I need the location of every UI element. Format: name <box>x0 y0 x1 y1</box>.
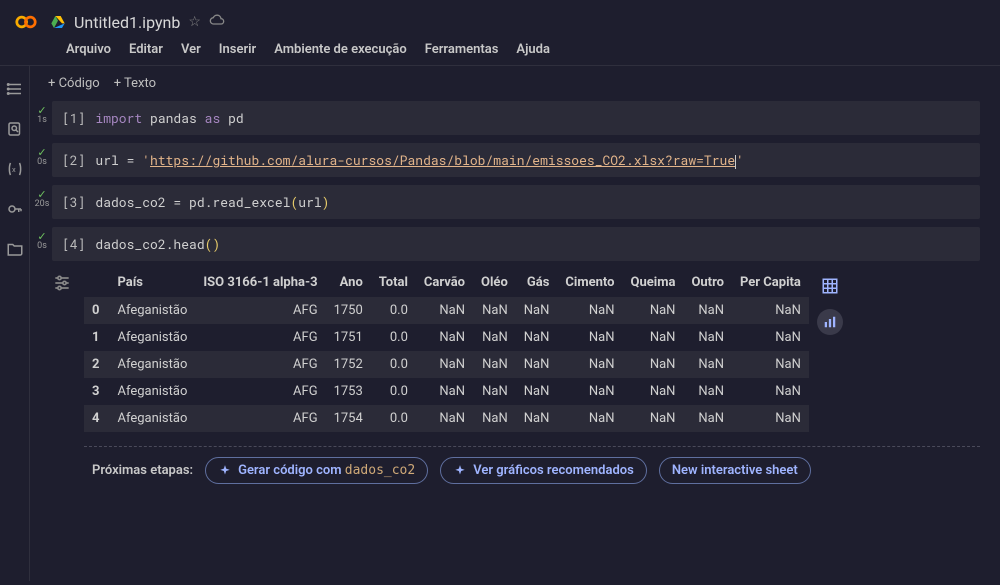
chart-view-icon[interactable] <box>817 309 843 335</box>
chip-recommended-charts[interactable]: Ver gráficos recomendados <box>440 457 647 484</box>
menu-inserir[interactable]: Inserir <box>219 42 256 57</box>
cell-runtime: 0s <box>37 241 47 251</box>
next-steps-label: Próximas etapas: <box>92 463 193 478</box>
table-row: 1AfeganistãoAFG17510.0NaNNaNNaNNaNNaNNaN… <box>84 324 809 351</box>
svg-text:x: x <box>12 165 16 174</box>
header: Untitled1.ipynb ☆ <box>0 0 1000 40</box>
cloud-icon[interactable] <box>209 12 225 32</box>
sparkle-icon <box>218 464 232 478</box>
menubar: Arquivo Editar Ver Inserir Ambiente de e… <box>0 40 1000 65</box>
col-total: Total <box>371 269 416 297</box>
code-line[interactable]: [1] import pandas as pd <box>52 101 980 135</box>
divider <box>84 446 980 447</box>
insert-toolbar: + Código + Texto <box>30 66 1000 101</box>
notebook-content: + Código + Texto ✓ 1s [1] import pandas … <box>30 66 1000 581</box>
menu-editar[interactable]: Editar <box>129 42 163 57</box>
code-cell[interactable]: ✓ 20s [3] dados_co2 = pd.read_excel(url) <box>30 185 1000 219</box>
sparkle-icon <box>453 464 467 478</box>
check-icon: ✓ <box>32 149 52 157</box>
menu-ver[interactable]: Ver <box>181 42 201 57</box>
code-cell[interactable]: ✓ 1s [1] import pandas as pd <box>30 101 1000 135</box>
find-icon[interactable] <box>6 120 24 142</box>
star-icon[interactable]: ☆ <box>188 14 201 30</box>
table-row: 0AfeganistãoAFG17500.0NaNNaNNaNNaNNaNNaN… <box>84 297 809 325</box>
cell-status: ✓ 0s <box>32 143 52 167</box>
col-oleo: Oléo <box>473 269 516 297</box>
cell-prompt: [4] <box>62 235 85 253</box>
output-settings-icon[interactable] <box>52 269 76 297</box>
check-icon: ✓ <box>32 233 52 241</box>
output-view-icons <box>817 269 843 335</box>
cell-runtime: 20s <box>35 199 50 209</box>
code-text: import pandas as pd <box>95 109 243 127</box>
drive-icon <box>50 14 66 30</box>
code-line[interactable]: [3] dados_co2 = pd.read_excel(url) <box>52 185 980 219</box>
table-row: 2AfeganistãoAFG17520.0NaNNaNNaNNaNNaNNaN… <box>84 351 809 378</box>
cell-runtime: 0s <box>37 157 47 167</box>
col-outro: Outro <box>683 269 732 297</box>
menu-arquivo[interactable]: Arquivo <box>66 42 111 57</box>
col-gas: Gás <box>516 269 558 297</box>
cell-runtime: 1s <box>37 115 47 125</box>
toc-icon[interactable] <box>6 80 24 102</box>
cell-prompt: [2] <box>62 151 85 169</box>
variables-icon[interactable]: x <box>6 160 24 182</box>
col-iso: ISO 3166-1 alpha-3 <box>195 269 325 297</box>
add-code-button[interactable]: + Código <box>48 76 100 91</box>
sheet-view-icon[interactable] <box>817 273 843 299</box>
code-text: dados_co2 = pd.read_excel(url) <box>95 193 329 211</box>
cell-output: País ISO 3166-1 alpha-3 Ano Total Carvão… <box>52 269 980 432</box>
cell-status: ✓ 0s <box>32 227 52 251</box>
secrets-icon[interactable] <box>6 200 24 222</box>
cell-prompt: [3] <box>62 193 85 211</box>
code-line[interactable]: [4] dados_co2.head() <box>52 227 980 261</box>
check-icon: ✓ <box>32 191 52 199</box>
code-line[interactable]: [2] url = 'https://github.com/alura-curs… <box>52 143 980 177</box>
col-percapita: Per Capita <box>732 269 809 297</box>
col-cimento: Cimento <box>557 269 622 297</box>
chip-interactive-sheet[interactable]: New interactive sheet <box>659 457 811 484</box>
menu-ambiente[interactable]: Ambiente de execução <box>274 42 407 57</box>
menu-ferramentas[interactable]: Ferramentas <box>425 42 499 57</box>
check-icon: ✓ <box>32 107 52 115</box>
dataframe-output: País ISO 3166-1 alpha-3 Ano Total Carvão… <box>84 269 809 432</box>
col-pais: País <box>109 269 195 297</box>
cell-status: ✓ 20s <box>32 185 52 209</box>
files-icon[interactable] <box>6 240 24 262</box>
left-rail: x <box>0 66 30 581</box>
table-row: 4AfeganistãoAFG17540.0NaNNaNNaNNaNNaNNaN… <box>84 405 809 432</box>
menu-ajuda[interactable]: Ajuda <box>516 42 550 57</box>
col-queima: Queima <box>623 269 684 297</box>
col-carvao: Carvão <box>416 269 473 297</box>
notebook-title[interactable]: Untitled1.ipynb <box>74 13 180 32</box>
code-cell[interactable]: ✓ 0s [4] dados_co2.head() <box>30 227 1000 261</box>
code-cell[interactable]: ✓ 0s [2] url = 'https://github.com/alura… <box>30 143 1000 177</box>
code-text: url = 'https://github.com/alura-cursos/P… <box>95 151 744 169</box>
add-text-button[interactable]: + Texto <box>114 76 156 91</box>
cell-status: ✓ 1s <box>32 101 52 125</box>
table-row: 3AfeganistãoAFG17530.0NaNNaNNaNNaNNaNNaN… <box>84 378 809 405</box>
colab-logo-icon <box>10 6 42 38</box>
chip-generate-code[interactable]: Gerar código com dados_co2 <box>205 457 428 484</box>
col-ano: Ano <box>326 269 371 297</box>
cell-prompt: [1] <box>62 109 85 127</box>
code-text: dados_co2.head() <box>95 235 220 253</box>
next-steps: Próximas etapas: Gerar código com dados_… <box>30 457 1000 484</box>
